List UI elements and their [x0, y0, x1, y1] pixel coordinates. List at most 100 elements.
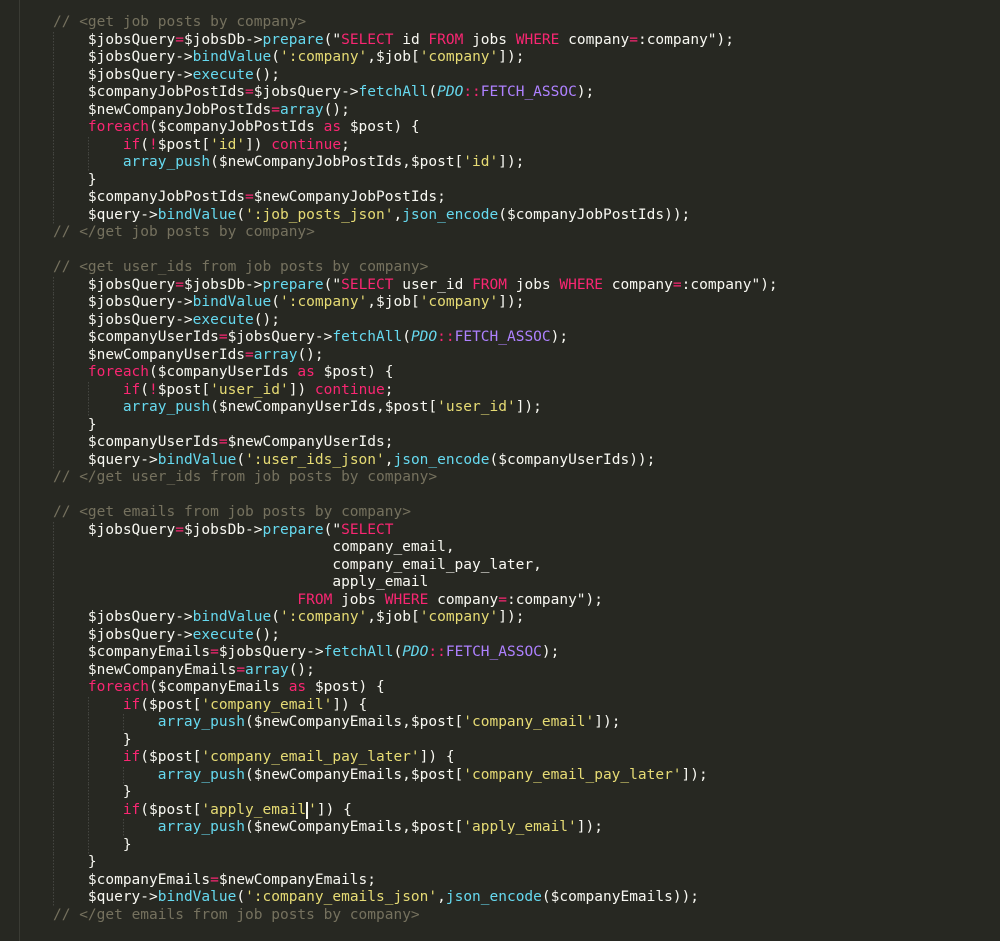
indent-guide [53, 889, 88, 907]
code-token: ($companyEmails [149, 679, 289, 695]
code-line[interactable]: $companyUserIds=$jobsQuery->fetchAll(PDO… [53, 329, 778, 347]
code-line[interactable]: $jobsQuery=$jobsDb->prepare("SELECT id F… [53, 31, 778, 49]
code-editor[interactable]: // <get job posts by company> $jobsQuery… [0, 0, 1000, 941]
code-line[interactable]: // </get emails from job posts by compan… [53, 907, 778, 925]
indent-guide [122, 714, 158, 732]
code-line[interactable]: if($post['company_email']) { [53, 696, 778, 714]
code-token: 'user_id' [437, 399, 516, 415]
indent-guide [53, 871, 88, 889]
code-token: = [175, 276, 184, 293]
code-line[interactable]: $newCompanyUserIds=array(); [53, 346, 778, 364]
code-line[interactable]: array_push($newCompanyUserIds,$post['use… [53, 399, 778, 417]
code-line[interactable]: // <get emails from job posts by company… [53, 504, 778, 522]
code-line[interactable] [53, 242, 778, 260]
code-token: // </get user_ids from job posts by comp… [53, 469, 438, 485]
code-line[interactable]: // </get job posts by company> [53, 224, 778, 242]
code-token: (); [253, 311, 280, 328]
code-line[interactable]: // <get user_ids from job posts by compa… [53, 259, 778, 277]
code-line[interactable]: $companyJobPostIds=$jobsQuery->fetchAll(… [53, 84, 778, 102]
code-token: ($companyEmails)); [541, 889, 700, 905]
code-line[interactable]: } [53, 836, 778, 854]
code-token: ':company' [279, 609, 368, 625]
code-line[interactable]: if($post['company_email_pay_later']) { [53, 749, 778, 767]
code-token: // <get user_ids from job posts by compa… [53, 259, 429, 275]
code-token: id [393, 31, 429, 48]
code-token: ); [576, 84, 595, 100]
code-line[interactable]: // <get job posts by company> [53, 14, 778, 32]
code-line[interactable]: $companyEmails=$jobsQuery->fetchAll(PDO:… [53, 644, 778, 662]
code-line[interactable]: } [53, 731, 778, 749]
code-token: $companyJobPostIds [87, 84, 246, 100]
code-area[interactable]: // <get job posts by company> $jobsQuery… [53, 14, 778, 924]
code-line[interactable] [53, 487, 778, 505]
code-token: PDO [410, 329, 438, 345]
code-line[interactable]: $jobsQuery=$jobsDb->prepare("SELECT user… [53, 276, 778, 294]
code-line[interactable]: // </get user_ids from job posts by comp… [53, 469, 778, 487]
code-line[interactable]: $newCompanyJobPostIds=array(); [53, 101, 778, 119]
code-token: fetchAll [323, 644, 394, 660]
code-token: $newCompanyUserIds; [227, 434, 394, 450]
code-line[interactable]: apply_email [53, 574, 778, 592]
code-line[interactable]: company_email_pay_later, [53, 556, 778, 574]
code-line[interactable]: $newCompanyEmails=array(); [53, 661, 778, 679]
code-line[interactable]: $jobsQuery=$jobsDb->prepare("SELECT [53, 521, 778, 539]
code-token: 'company' [419, 294, 499, 310]
code-line[interactable]: $companyUserIds=$newCompanyUserIds; [53, 434, 778, 452]
code-token: user_id [393, 276, 473, 293]
code-line[interactable]: company_email, [53, 539, 778, 557]
indent-guide [87, 731, 123, 749]
code-token: :company"); [506, 591, 603, 608]
code-line[interactable]: array_push($newCompanyEmails,$post['comp… [53, 766, 778, 784]
code-token: $query-> [87, 206, 158, 223]
code-line[interactable]: if(!$post['user_id']) continue; [53, 381, 778, 399]
code-line[interactable]: $jobsQuery->bindValue(':company',$job['c… [53, 294, 778, 312]
code-line[interactable]: $jobsQuery->bindValue(':company',$job['c… [53, 49, 778, 67]
code-token: array_push [157, 714, 246, 730]
code-token: } [87, 416, 97, 433]
code-line[interactable]: foreach($companyUserIds as $post) { [53, 364, 778, 382]
code-line[interactable]: array_push($newCompanyEmails,$post['appl… [53, 819, 778, 837]
code-token: = [245, 189, 254, 205]
code-token: $jobsDb-> [183, 521, 263, 538]
indent-guide [53, 591, 88, 609]
code-line[interactable]: $jobsQuery->bindValue(':company',$job['c… [53, 609, 778, 627]
code-line[interactable]: } [53, 171, 778, 189]
code-line[interactable]: if(!$post['id']) continue; [53, 136, 778, 154]
code-token: apply_email [87, 574, 429, 590]
code-line[interactable]: foreach($companyEmails as $post) { [53, 679, 778, 697]
code-line[interactable]: $companyJobPostIds=$newCompanyJobPostIds… [53, 189, 778, 207]
indent-guide [53, 696, 88, 714]
code-token: array [253, 346, 298, 363]
indent-guide [87, 819, 123, 837]
code-token: if [122, 696, 141, 713]
code-token: $companyEmails [87, 871, 211, 888]
code-token: ($companyJobPostIds)); [498, 206, 691, 223]
code-token: ( [236, 451, 246, 468]
code-line[interactable]: array_push($newCompanyEmails,$post['comp… [53, 714, 778, 732]
code-line[interactable]: foreach($companyJobPostIds as $post) { [53, 119, 778, 137]
code-token: if [122, 749, 141, 765]
code-line[interactable]: $query->bindValue(':company_emails_json'… [53, 889, 778, 907]
code-line[interactable]: $jobsQuery->execute(); [53, 626, 778, 644]
code-token: SELECT [341, 31, 394, 48]
code-token: ($companyUserIds [149, 364, 298, 380]
code-line[interactable]: FROM jobs WHERE company=:company"); [53, 591, 778, 609]
code-line[interactable]: array_push($newCompanyJobPostIds,$post['… [53, 154, 778, 172]
code-token: ; [341, 136, 350, 153]
code-line[interactable]: if($post['apply_email ']) { [53, 801, 778, 819]
indent-guide [53, 731, 88, 749]
code-line[interactable]: $jobsQuery->execute(); [53, 311, 778, 329]
code-line[interactable]: } [53, 416, 778, 434]
code-line[interactable]: $jobsQuery->execute(); [53, 66, 778, 84]
code-token: ,$job[ [367, 609, 420, 625]
code-token: fetchAll [332, 329, 403, 345]
indent-guide [53, 521, 88, 539]
code-line[interactable]: $query->bindValue(':user_ids_json',json_… [53, 451, 778, 469]
indent-guide [87, 801, 123, 819]
code-token: ]); [576, 819, 603, 835]
code-token: ( [428, 84, 438, 100]
code-line[interactable]: } [53, 854, 778, 872]
code-line[interactable]: $query->bindValue(':job_posts_json',json… [53, 206, 778, 224]
code-line[interactable]: $companyEmails=$newCompanyEmails; [53, 871, 778, 889]
code-line[interactable]: } [53, 784, 778, 802]
